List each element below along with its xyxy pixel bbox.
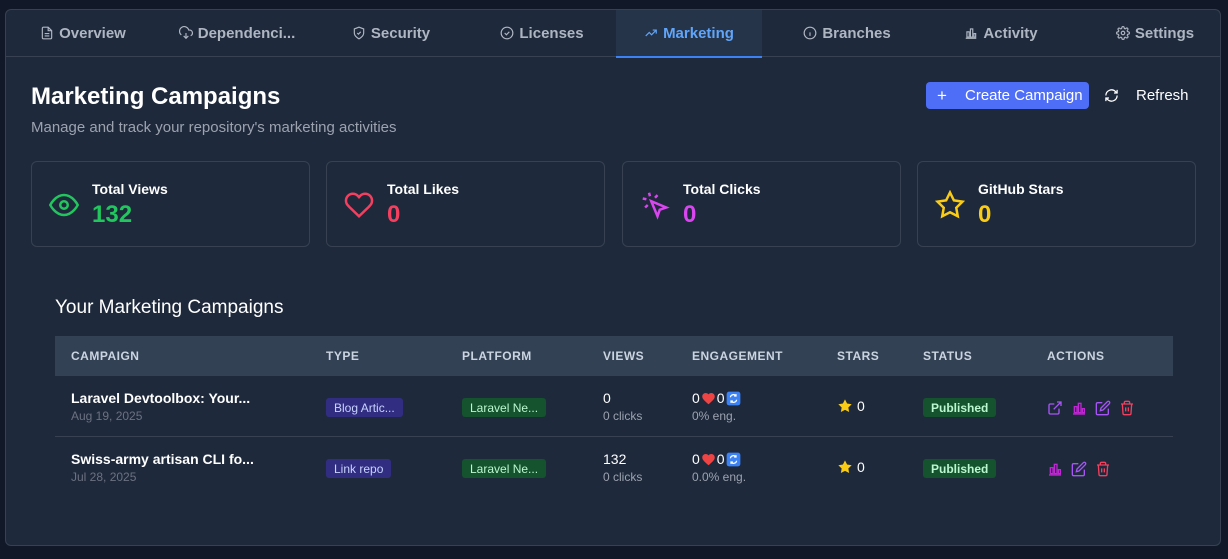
shield-icon [353, 26, 365, 40]
stat-card-likes: Total Likes 0 [326, 161, 605, 247]
edit-icon[interactable] [1071, 461, 1087, 477]
row-actions [1047, 461, 1111, 477]
tab-licenses[interactable]: Licenses [465, 10, 619, 56]
gear-icon [1115, 26, 1130, 40]
tab-activity[interactable]: Activity [924, 10, 1078, 56]
cursor-click-icon [642, 192, 670, 220]
table-header: CAMPAIGN TYPE PLATFORM VIEWS ENGAGEMENT … [55, 336, 1173, 376]
stat-value: 0 [683, 201, 697, 228]
stat-value: 132 [92, 201, 133, 228]
check-circle-icon [500, 26, 514, 40]
stat-card-stars: GitHub Stars 0 [917, 161, 1196, 247]
heart-icon [702, 454, 715, 466]
bar-chart-icon[interactable] [1047, 461, 1063, 477]
campaign-name[interactable]: Swiss-army artisan CLI fo... [71, 451, 254, 467]
table-row[interactable]: Swiss-army artisan CLI fo... Jul 28, 202… [55, 437, 1173, 498]
status-badge: Published [923, 398, 997, 417]
engagement-rate: 0% eng. [692, 409, 737, 423]
engagement-counts: 0 0 [692, 451, 741, 467]
tab-marketing[interactable]: Marketing [616, 10, 762, 58]
stars-count: 0 [837, 398, 865, 414]
tab-settings[interactable]: Settings [1078, 10, 1220, 56]
clicks-count: 0 clicks [603, 409, 643, 423]
tab-overview[interactable]: Overview [6, 10, 160, 56]
trending-up-icon [645, 29, 657, 37]
trash-icon[interactable] [1119, 400, 1135, 416]
views-count: 0 [603, 390, 611, 406]
column-header: ACTIONS [1047, 349, 1105, 363]
column-header: CAMPAIGN [71, 349, 140, 363]
star-icon [838, 460, 852, 473]
repost-icon [726, 391, 740, 405]
plus-icon: + [937, 85, 947, 105]
campaign-date: Jul 28, 2025 [71, 470, 137, 484]
row-actions [1047, 400, 1135, 416]
bar-chart-icon [966, 28, 977, 39]
column-header: VIEWS [603, 349, 645, 363]
eye-icon [49, 193, 79, 217]
stars-count: 0 [837, 459, 865, 475]
engagement-counts: 0 0 [692, 390, 741, 406]
page-title: Marketing Campaigns [31, 83, 281, 110]
tab-bar: Overview Dependenci... Security Licenses… [6, 10, 1220, 58]
column-header: STARS [837, 349, 880, 363]
platform-badge: Laravel Ne... [462, 459, 547, 478]
info-circle-icon [803, 26, 817, 40]
refresh-icon [1105, 89, 1118, 102]
column-header: ENGAGEMENT [692, 349, 784, 363]
campaign-name[interactable]: Laravel Devtoolbox: Your... [71, 390, 250, 406]
star-icon [935, 190, 965, 219]
bar-chart-icon[interactable] [1071, 400, 1087, 416]
star-icon [838, 399, 852, 412]
trash-icon[interactable] [1095, 461, 1111, 477]
repost-icon [726, 452, 740, 466]
tab-branches[interactable]: Branches [770, 10, 924, 56]
section-title: Your Marketing Campaigns [55, 297, 284, 318]
document-icon [41, 26, 53, 40]
views-count: 132 [603, 451, 627, 467]
refresh-button[interactable]: Refresh [1104, 82, 1194, 109]
edit-icon[interactable] [1095, 400, 1111, 416]
external-link-icon[interactable] [1047, 400, 1063, 416]
table-row[interactable]: Laravel Devtoolbox: Your... Aug 19, 2025… [55, 376, 1173, 437]
create-campaign-button[interactable]: + Create Campaign [926, 82, 1089, 109]
heart-icon [702, 393, 715, 405]
column-header: PLATFORM [462, 349, 532, 363]
stat-value: 0 [978, 201, 992, 228]
campaign-date: Aug 19, 2025 [71, 409, 143, 423]
type-badge: Link repo [326, 459, 392, 478]
column-header: STATUS [923, 349, 973, 363]
platform-badge: Laravel Ne... [462, 398, 547, 417]
cloud-download-icon [178, 26, 193, 40]
repository-panel: Overview Dependenci... Security Licenses… [5, 9, 1221, 546]
type-badge: Blog Artic... [326, 398, 403, 417]
engagement-rate: 0.0% eng. [692, 470, 747, 484]
status-badge: Published [923, 459, 997, 478]
tab-dependencies[interactable]: Dependenci... [160, 10, 314, 56]
column-header: TYPE [326, 349, 360, 363]
clicks-count: 0 clicks [603, 470, 643, 484]
stat-value: 0 [387, 201, 401, 228]
campaigns-table: CAMPAIGN TYPE PLATFORM VIEWS ENGAGEMENT … [55, 336, 1173, 498]
heart-icon [344, 192, 374, 218]
stat-card-clicks: Total Clicks 0 [622, 161, 901, 247]
page-subtitle: Manage and track your repository's marke… [31, 119, 397, 136]
stat-card-views: Total Views 132 [31, 161, 310, 247]
tab-security[interactable]: Security [314, 10, 468, 56]
